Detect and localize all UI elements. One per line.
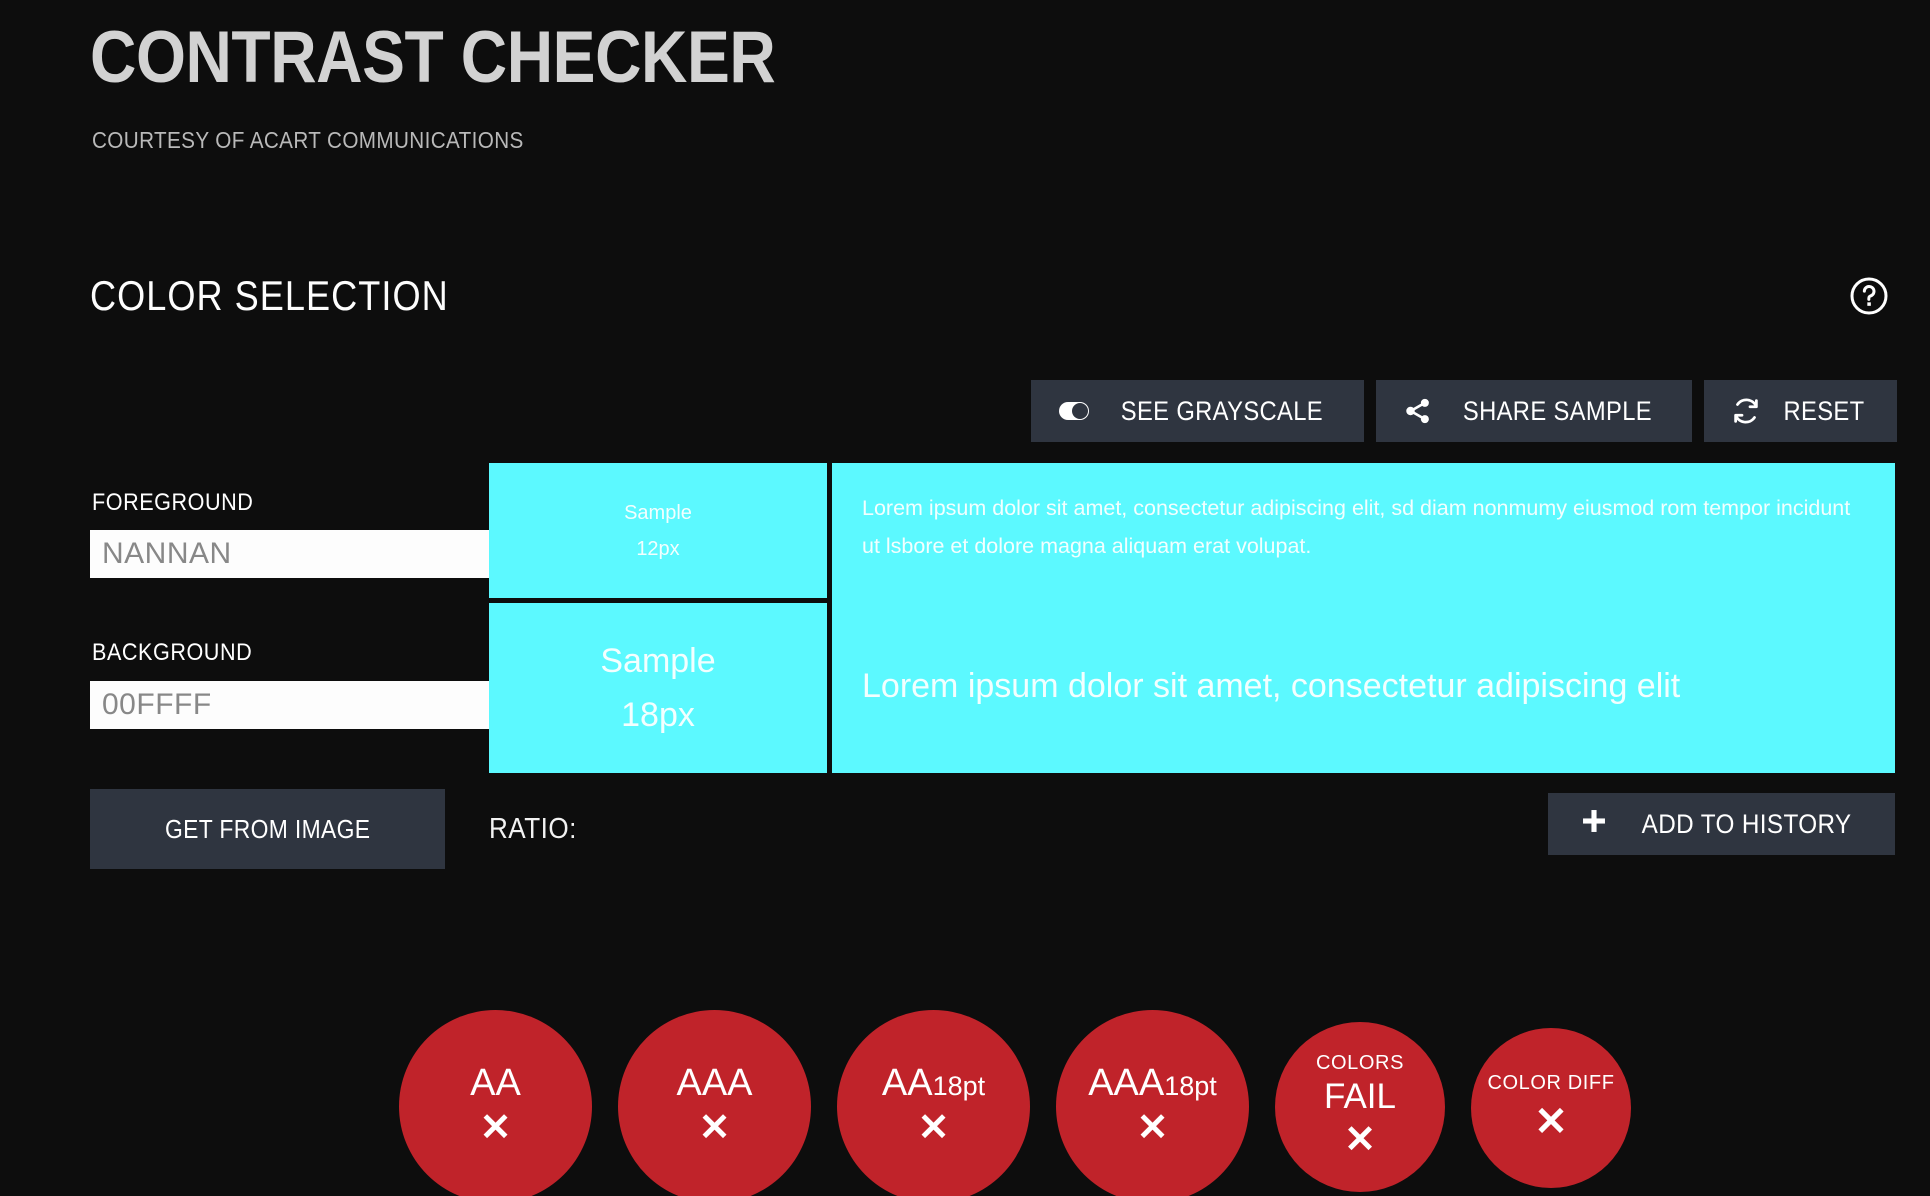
reset-button[interactable]: RESET (1703, 380, 1897, 442)
badge-fail-mark-icon: ✕ (1344, 1118, 1376, 1161)
sample-18px-size: 18px (621, 696, 695, 734)
sample-18px-word: Sample (600, 642, 716, 680)
sample-paragraph-column: Lorem ipsum dolor sit amet, consectetur … (832, 463, 1895, 773)
add-to-history-label: ADD TO HISTORY (1641, 808, 1852, 839)
result-badge-colors[interactable]: COLORS FAIL ✕ (1275, 1022, 1445, 1192)
results-badges: AA ✕ AAA ✕ AA18pt ✕ AAA18pt ✕ COLORS FAIL ✕ COLOR D… (0, 1010, 1930, 1196)
sample-word-column: Sample 12px Sample 18px (489, 463, 827, 773)
foreground-hex-input[interactable] (90, 530, 500, 578)
plus-icon (1580, 807, 1608, 842)
badge-level: AA (470, 1061, 521, 1104)
contrast-checker-page: CONTRAST CHECKER COURTESY OF ACART COMMU… (0, 0, 1930, 1196)
badge-status: FAIL (1324, 1077, 1396, 1117)
sample-preview: Sample 12px Sample 18px Lorem ipsum dolo… (489, 463, 1895, 773)
foreground-field-group (90, 530, 562, 578)
get-from-image-button[interactable]: GET FROM IMAGE (90, 789, 445, 869)
result-badge-aa[interactable]: AA ✕ (399, 1010, 592, 1196)
badge-fail-mark-icon: ✕ (479, 1106, 512, 1149)
get-from-image-label: GET FROM IMAGE (164, 813, 371, 844)
background-label: BACKGROUND (92, 639, 253, 666)
badge-fail-mark-icon: ✕ (917, 1106, 950, 1149)
share-nodes-icon (1403, 396, 1433, 426)
badge-level: AAA18pt (1088, 1061, 1217, 1104)
badge-fail-mark-icon: ✕ (1136, 1106, 1169, 1149)
page-title: CONTRAST CHECKER (90, 17, 776, 98)
result-badge-aaa-18pt[interactable]: AAA18pt ✕ (1056, 1010, 1249, 1196)
background-hex-input[interactable] (90, 681, 500, 729)
badge-level-subscript: 18pt (1164, 1070, 1217, 1101)
see-grayscale-label: SEE GRAYSCALE (1121, 395, 1324, 426)
share-sample-label: SHARE SAMPLE (1462, 395, 1653, 426)
result-badge-aa-18pt[interactable]: AA18pt ✕ (837, 1010, 1030, 1196)
badge-caption: COLOR DIFF (1487, 1071, 1615, 1094)
sample-paragraph-small: Lorem ipsum dolor sit amet, consectetur … (862, 496, 1851, 558)
page-subtitle: COURTESY OF ACART COMMUNICATIONS (92, 127, 524, 153)
badge-level: AAA (676, 1061, 753, 1104)
share-sample-button[interactable]: SHARE SAMPLE (1376, 380, 1692, 442)
foreground-label: FOREGROUND (92, 489, 254, 516)
badge-caption: COLORS (1315, 1052, 1405, 1075)
ratio-label: RATIO: (489, 812, 577, 845)
badge-level-subscript: 18pt (932, 1070, 986, 1101)
sample-toolbar: SEE GRAYSCALE SHARE SAMPLE RESET (1031, 380, 1897, 442)
sample-paragraph-large: Lorem ipsum dolor sit amet, consectetur … (862, 666, 1681, 705)
toggle-switch-icon (1058, 395, 1090, 427)
sample-12px-box: Sample 12px (489, 463, 827, 598)
sample-12px-word: Sample (624, 501, 692, 524)
help-circle-icon[interactable] (1849, 276, 1889, 316)
badge-fail-mark-icon: ✕ (698, 1106, 731, 1149)
result-badge-color-diff[interactable]: COLOR DIFF ✕ (1471, 1028, 1631, 1188)
badge-level: AA18pt (881, 1061, 986, 1104)
section-heading: COLOR SELECTION (90, 272, 449, 319)
add-to-history-button[interactable]: ADD TO HISTORY (1547, 793, 1895, 855)
sample-18px-box: Sample 18px (489, 603, 827, 773)
reset-label: RESET (1783, 395, 1865, 426)
background-field-group (90, 681, 562, 729)
refresh-icon (1731, 396, 1761, 426)
see-grayscale-button[interactable]: SEE GRAYSCALE (1031, 380, 1365, 442)
sample-12px-size: 12px (636, 537, 680, 560)
badge-fail-mark-icon: ✕ (1534, 1099, 1568, 1144)
result-badge-aaa[interactable]: AAA ✕ (618, 1010, 811, 1196)
